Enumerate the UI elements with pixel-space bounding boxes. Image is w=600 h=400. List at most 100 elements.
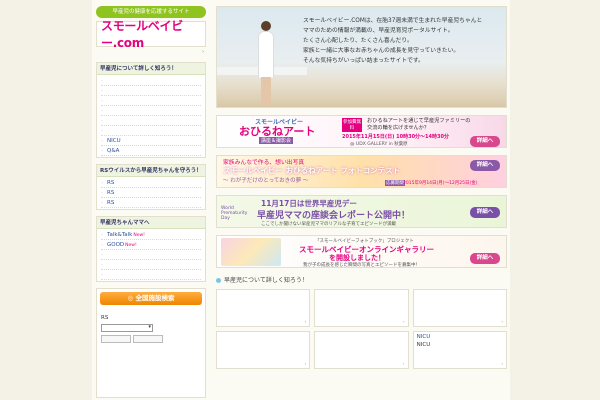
sidebar-item-qa[interactable]: ◦ Q&A [101,146,201,156]
sidebar: 早産児の健康を応援するサイト スモールベイビー.com › 早産児について詳しく… [96,6,206,398]
world-prematurity-day-logo: World Prematurity Day [221,206,248,221]
sidebar-item[interactable]: ◦ [101,86,201,96]
bullet-icon: ◦ [101,190,104,195]
section-title: 早産児について詳しく知ろう！ [216,275,507,286]
info-cell[interactable]: › [314,331,409,369]
sidebar-item[interactable]: ◦ [101,96,201,106]
facility-option-button[interactable] [133,335,163,343]
bullet-icon: ◦ [101,138,104,143]
hero-line: スモールベイビー.COMは、在胎37週未満で生まれた早産児ちゃんと [303,18,483,24]
bullet-icon: ◦ [101,272,104,277]
sidebar-item[interactable]: ◦ [101,250,201,260]
sidebar-item-good[interactable]: ◦ GOODNew! [101,240,201,250]
banner-sub: 〜 わが子だけのとっておきの夢 〜 [223,178,309,184]
sidebar-item[interactable]: ◦ [101,270,201,280]
bullet-icon [216,278,221,283]
free-badge: 参加費無料 [342,118,362,132]
sidebar-section-about: 早産児について詳しく知ろう！ ◦ ◦ ◦ ◦ ◦ ◦ ◦ NICU ◦ Q&A [96,62,206,158]
banner-sub: 我が子の成長を感じた瞬間の写真とエピソードを募集中！ [303,263,420,268]
chevron-down-icon: ▾ [148,324,151,330]
site-logo[interactable]: スモールベイビー.com [101,17,205,51]
cell-text: NICU [416,342,431,348]
sidebar-item[interactable]: ◦ [101,116,201,126]
bullet-icon: ◦ [101,78,104,83]
arrow-icon[interactable]: › [403,361,405,366]
arrow-icon[interactable]: › [501,319,503,324]
banner-venue: @ UDX GALLERY in 秋葉原 [350,142,408,147]
info-cell[interactable]: › [412,289,507,327]
hero-line: たくさん心配したり、たくさん喜んだり。 [303,38,413,44]
facility-search-header: ◎ 全国施設検索 [100,292,202,305]
sidebar-item-rs[interactable]: ◦ RS [101,178,201,188]
facility-search-label: RS [101,315,109,321]
arrow-icon[interactable]: › [305,361,307,366]
facility-option-button[interactable] [101,335,131,343]
bullet-icon: ◦ [101,252,104,257]
hero-line: そんな気持ちがいっぱい詰まったサイトです。 [303,58,424,64]
new-badge: New! [133,233,145,238]
mother-illustration [255,21,277,105]
facility-select[interactable]: ▾ [101,324,153,332]
sidebar-item[interactable]: ◦ [101,260,201,270]
sidebar-item-rs[interactable]: ◦ RS [101,188,201,198]
sidebar-item[interactable]: ◦ [101,76,201,86]
facility-search-panel: ◎ 全国施設検索 RS ▾ [96,288,206,398]
sidebar-section-title: RSウイルスから早産児ちゃんを守ろう！ [97,165,205,177]
sidebar-item[interactable]: ◦ [101,106,201,116]
detail-button[interactable]: 詳細へ [470,253,500,264]
sidebar-item-talk[interactable]: ◦ Talk&TalkNew! [101,230,201,240]
sidebar-item-label[interactable]: Q&A [107,148,119,154]
banner-ohirune-workshop[interactable]: スモールベイビー おひるねアート 講座＆撮影会 参加費無料 おひるねアートを通じ… [216,115,507,148]
bullet-icon: ◦ [101,232,104,237]
bullet-icon: ◦ [101,88,104,93]
banner-title: 早産児ママの座談会レポート公開中！ [257,211,411,221]
banner-title: スモールベイビー おひるねアート フォトコンテスト [223,166,401,175]
bullet-icon: ◦ [101,180,104,185]
sidebar-section-title: 早産児ちゃんママへ [97,217,205,229]
info-cell[interactable]: › [216,331,311,369]
hero-banner: スモールベイビー.COMは、在胎37週未満で生まれた早産児ちゃんと ママのための… [216,6,507,108]
banner-online-gallery[interactable]: 「スモールベイビーフォトブック」プロジェクト スモールベイビーオンラインギャラリ… [216,235,507,268]
sidebar-item-rs[interactable]: ◦ RS [101,198,201,208]
detail-button[interactable]: 詳細へ [470,207,500,218]
bullet-icon: ◦ [101,148,104,153]
arrow-icon[interactable]: › [403,319,405,324]
sidebar-item-label[interactable]: Talk&Talk [107,232,132,238]
detail-button[interactable]: 詳細へ [470,160,500,171]
sidebar-item-nicu[interactable]: ◦ NICU [101,136,201,146]
arrow-icon[interactable]: › [305,319,307,324]
main-content: スモールベイビー.COMは、在胎37週未満で生まれた早産児ちゃんと ママのための… [216,6,507,369]
bullet-icon: ◦ [101,108,104,113]
bullet-icon: ◦ [101,262,104,267]
logo-box[interactable]: スモールベイビー.com [96,19,206,50]
period-text: 2015年9月14日(月)〜12月25日(金) [403,181,478,186]
sidebar-item[interactable]: ◦ [101,126,201,136]
banner-sub: 講座＆撮影会 [259,137,294,144]
info-cell[interactable]: › [314,289,409,327]
bullet-icon: ◦ [101,242,104,247]
info-cell[interactable]: › [216,289,311,327]
sidebar-item-label[interactable]: NICU [107,138,121,144]
facility-options [101,335,201,343]
banner-desc: おひるねアートを通じて早産児ファミリーの交流の輪を広げませんか？ [367,118,471,131]
hero-text: スモールベイビー.COMは、在胎37週未満で生まれた早産児ちゃんと ママのための… [303,16,503,66]
period-label: 応募期間 [385,180,405,186]
bullet-icon: ◦ [101,98,104,103]
info-cell-nicu[interactable]: NICU NICU › [412,331,507,369]
arrow-icon[interactable]: › [501,361,503,366]
banner-date: 2015年11月15日(日) 10時30分〜14時30分 [342,134,449,140]
sidebar-section-rs: RSウイルスから早産児ちゃんを守ろう！ ◦ RS ◦ RS ◦ RS [96,164,206,210]
hero-line: 家族と一緒に大事なお赤ちゃんの成長を見守っていきたい。 [303,48,460,54]
info-grid: › › › › › NICU NICU › [216,289,507,369]
sidebar-item-label[interactable]: RS [107,190,114,196]
sidebar-item-label[interactable]: GOOD [107,242,124,248]
sidebar-section-mama: 早産児ちゃんママへ ◦ Talk&TalkNew! ◦ GOODNew! ◦ ◦ ◦ [96,216,206,282]
detail-button[interactable]: 詳細へ [470,136,500,147]
banner-photo-contest[interactable]: 家族みんなで作る、想い出写真 スモールベイビー おひるねアート フォトコンテスト… [216,155,507,188]
sidebar-item-label[interactable]: RS [107,180,114,186]
sidebar-section-title: 早産児について詳しく知ろう！ [97,63,205,75]
sidebar-item-label[interactable]: RS [107,200,114,206]
banner-prematurity-day[interactable]: World Prematurity Day 11月17日は世界早産児デー 早産児… [216,195,507,228]
cell-title[interactable]: NICU [417,334,431,340]
bullet-icon: ◦ [101,128,104,133]
